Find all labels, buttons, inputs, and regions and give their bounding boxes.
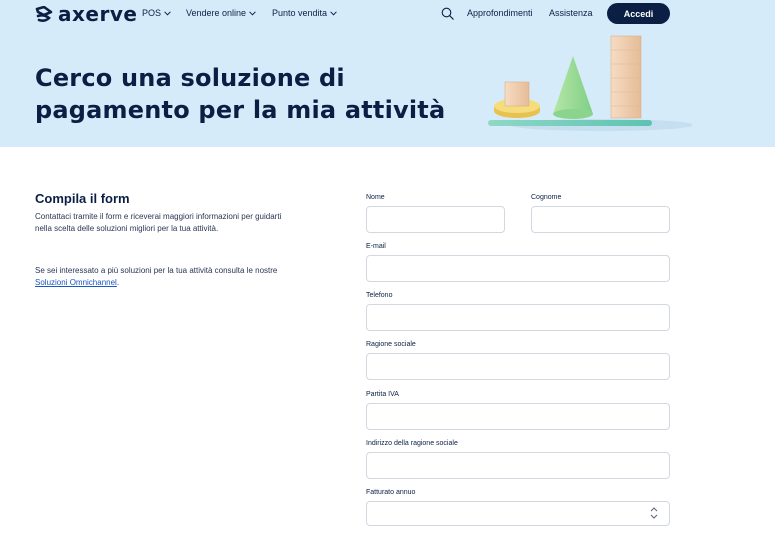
omnichannel-note: Se sei interessato a più soluzioni per l…: [35, 265, 295, 289]
cone-base-shape: [553, 109, 593, 119]
indirizzo-field[interactable]: [366, 452, 670, 479]
nav-item-punto-vendita[interactable]: Punto vendita: [272, 8, 337, 18]
cone-shape: [553, 56, 593, 118]
select-arrows-icon[interactable]: [649, 505, 659, 521]
fatturato-label: Fatturato annuo: [366, 489, 416, 496]
hero-banner: axerve POS Vendere online Punto vendita …: [0, 0, 775, 147]
page-title-line: pagamento per la mia attività: [35, 96, 446, 124]
nome-label: Nome: [366, 194, 385, 201]
search-icon[interactable]: [441, 7, 454, 20]
nav-link-assistenza[interactable]: Assistenza: [549, 8, 593, 18]
partita-iva-field[interactable]: [366, 403, 670, 430]
brand-logo[interactable]: axerve: [35, 2, 138, 26]
page-title-line: Cerco una soluzione di: [35, 64, 345, 92]
nav-item-label: Vendere online: [186, 8, 247, 18]
form-section-title: Compila il form: [35, 191, 130, 206]
small-cube-shape: [504, 81, 530, 107]
form-description: Contattaci tramite il form e riceverai m…: [35, 212, 282, 233]
ragione-sociale-field[interactable]: [366, 353, 670, 380]
chevron-down-icon: [249, 10, 256, 16]
page-title: Cerco una soluzione di pagamento per la …: [35, 62, 465, 126]
cognome-label: Cognome: [531, 194, 562, 201]
omnichannel-prefix: Se sei interessato a più soluzioni per l…: [35, 266, 278, 275]
indirizzo-label: Indirizzo della ragione sociale: [366, 440, 458, 447]
partita-iva-label: Partita IVA: [366, 391, 399, 398]
telefono-field[interactable]: [366, 304, 670, 331]
chevron-down-icon: [330, 10, 337, 16]
chevron-down-icon: [164, 10, 171, 16]
nav-link-approfondimenti[interactable]: Approfondimenti: [467, 8, 533, 18]
login-button[interactable]: Accedi: [607, 3, 670, 24]
fatturato-select[interactable]: [366, 501, 670, 526]
nav-item-vendere-online[interactable]: Vendere online: [186, 8, 256, 18]
nome-field[interactable]: [366, 206, 505, 233]
brand-name: axerve: [58, 2, 138, 26]
cognome-field[interactable]: [531, 206, 670, 233]
omnichannel-link[interactable]: Soluzioni Omnichannel: [35, 278, 117, 287]
telefono-label: Telefono: [366, 292, 393, 299]
nav-item-label: Punto vendita: [272, 8, 328, 18]
nav-item-pos[interactable]: POS: [142, 8, 171, 18]
nav-item-label: POS: [142, 8, 162, 18]
email-label: E-mail: [366, 243, 386, 250]
base-bar-shape: [488, 120, 652, 126]
axerve-logo-mark-icon: [35, 5, 53, 22]
ragione-sociale-label: Ragione sociale: [366, 341, 416, 348]
omnichannel-suffix: .: [116, 278, 120, 287]
hero-illustration: [488, 35, 692, 131]
email-field[interactable]: [366, 255, 670, 282]
